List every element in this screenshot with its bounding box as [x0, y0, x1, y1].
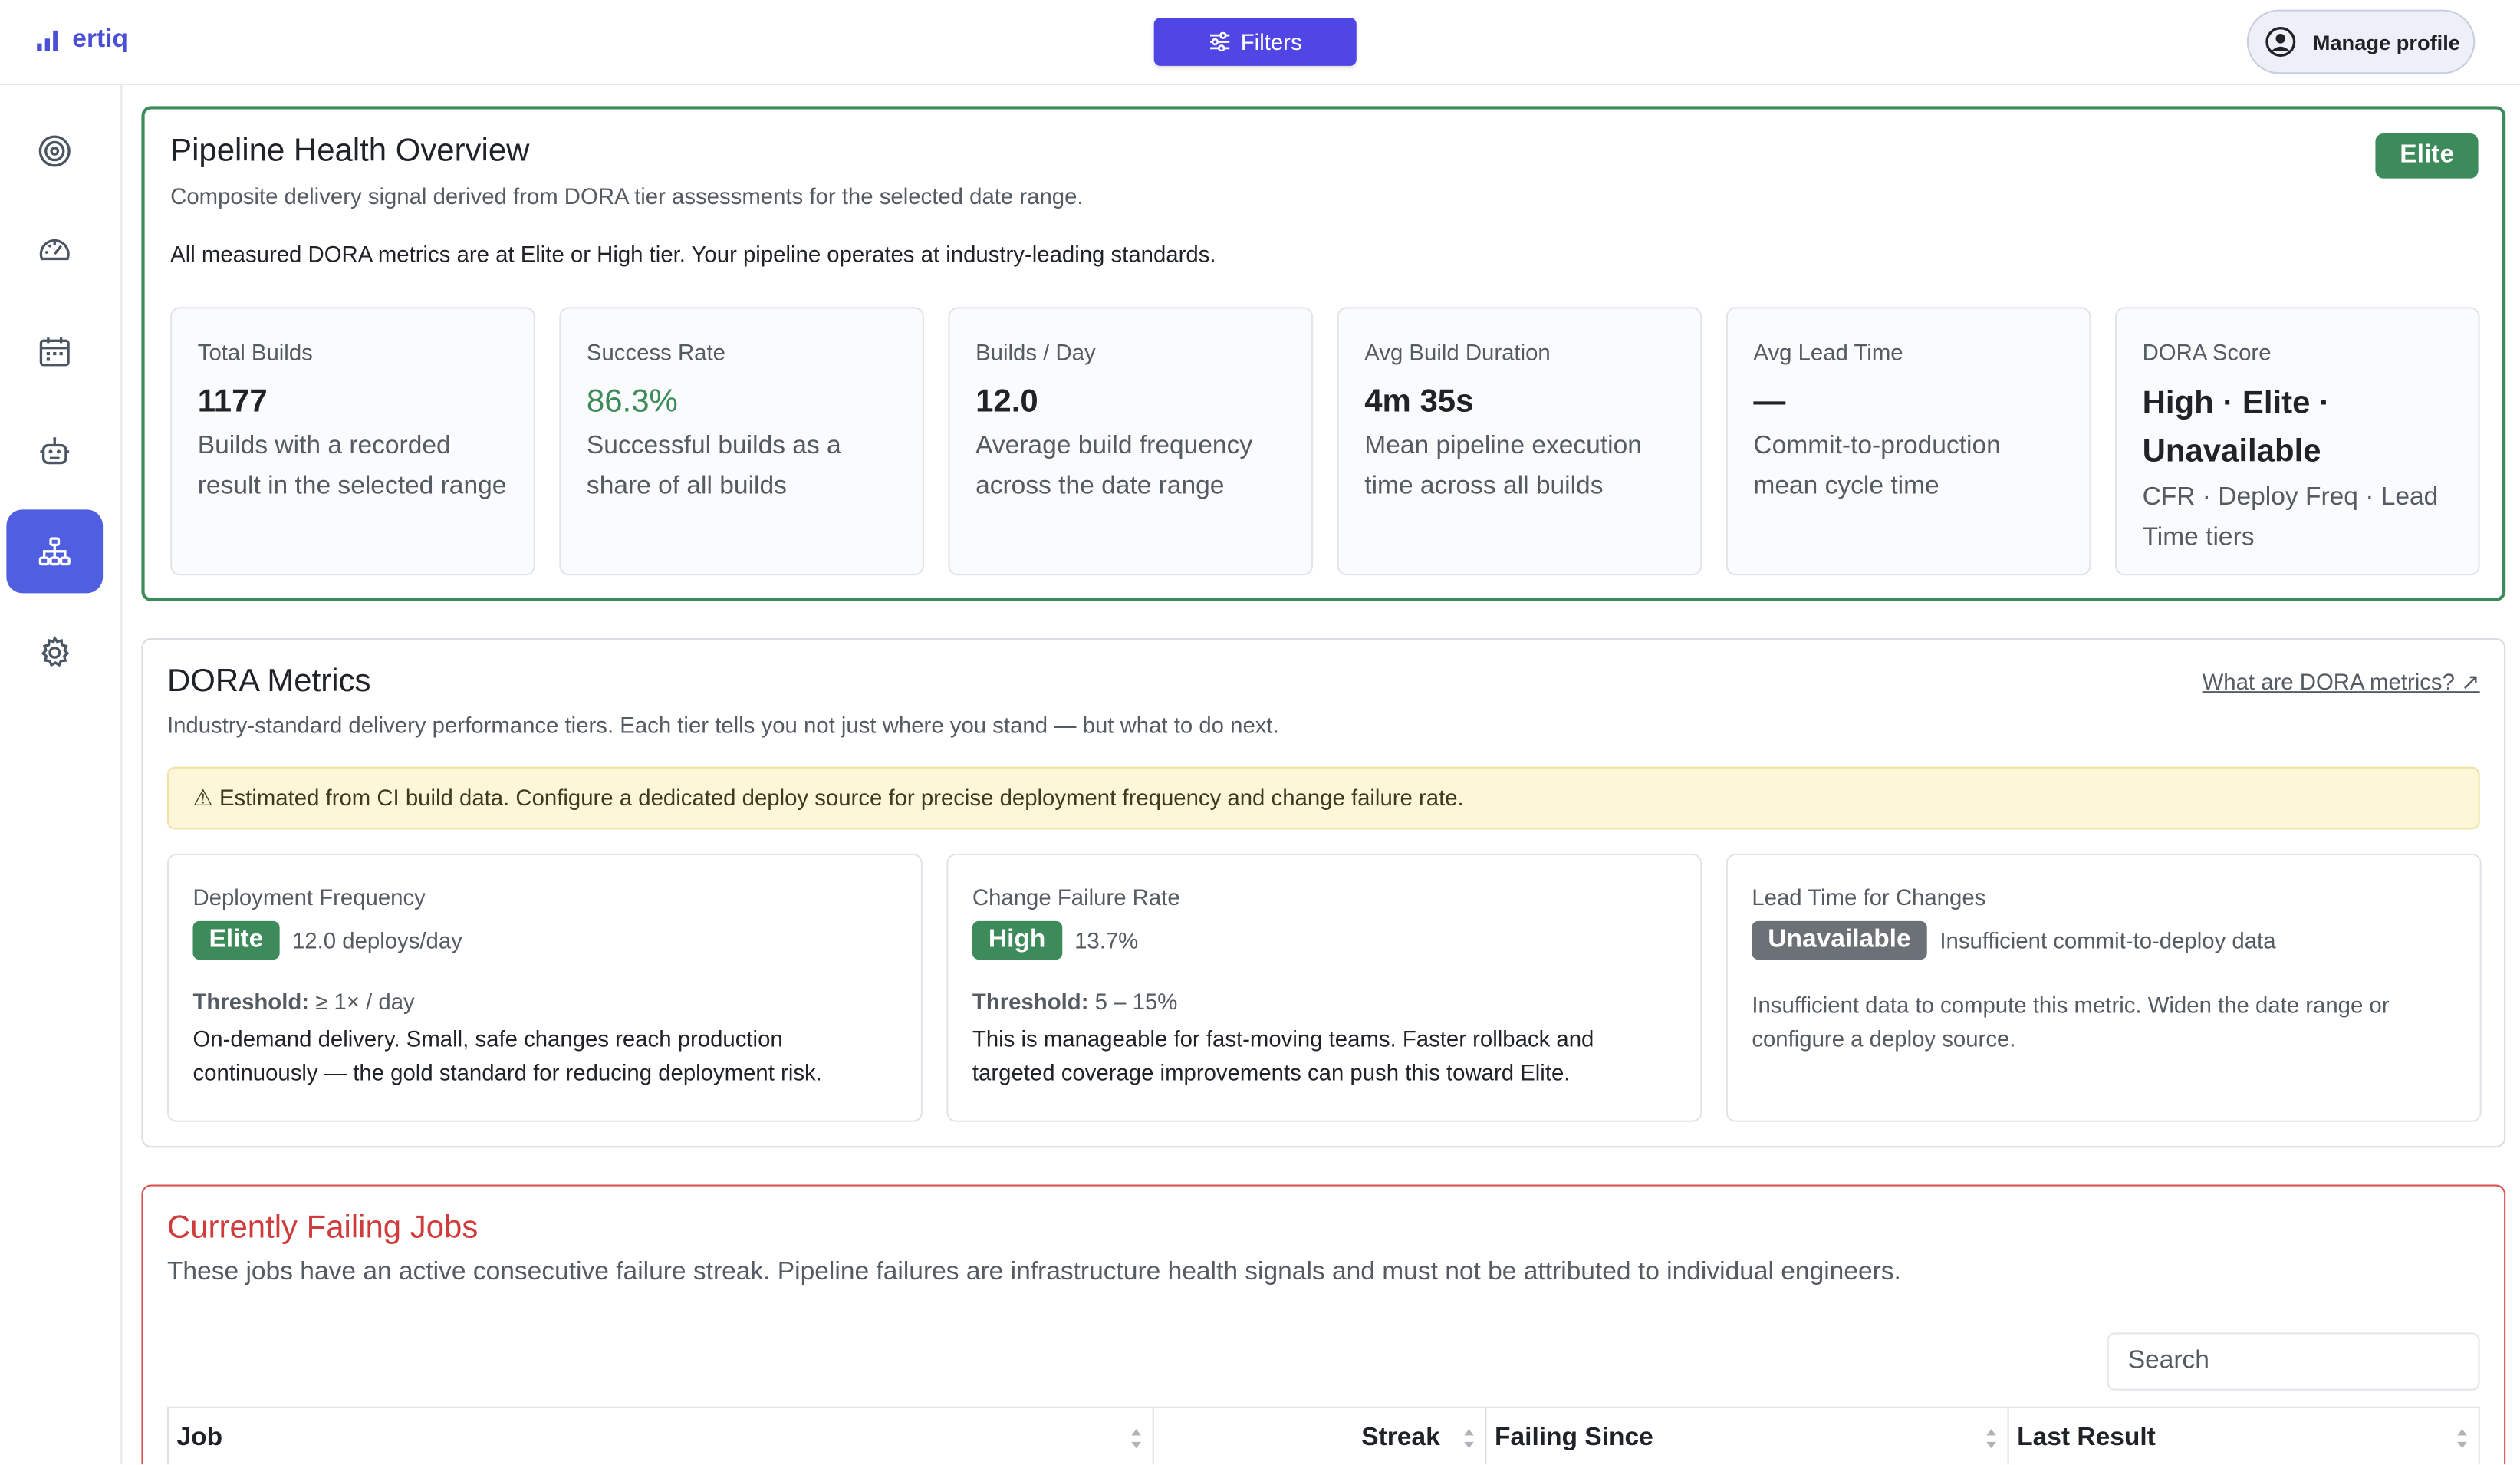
stat-label: DORA Score — [2142, 339, 2272, 365]
column-header-failing-since[interactable]: Failing Since — [1487, 1407, 2009, 1465]
stat-value: High · Elite · Unavailable — [2142, 385, 2331, 469]
metric-description: This is manageable for fast-moving teams… — [972, 1026, 1594, 1085]
sidebar-item-calendar[interactable] — [6, 310, 103, 393]
estimate-warning-banner: ⚠ Estimated from CI build data. Configur… — [166, 766, 2480, 830]
sort-icon — [1464, 1429, 1474, 1449]
search-input[interactable] — [2107, 1332, 2480, 1391]
stat-dora-score: DORA Score High · Elite · Unavailable CF… — [2114, 307, 2480, 576]
tier-badge: High — [972, 920, 1062, 960]
dora-metrics-card: DORA Metrics What are DORA metrics? ↗ In… — [141, 637, 2506, 1148]
tier-badge: Elite — [192, 920, 280, 960]
threshold-label: Threshold: — [192, 988, 310, 1015]
dora-info-link[interactable]: What are DORA metrics? ↗ — [2203, 669, 2480, 696]
stat-label: Builds / Day — [975, 339, 1096, 365]
column-label: Failing Since — [1495, 1424, 1653, 1452]
metric-value: Insufficient commit-to-deploy data — [1939, 927, 2276, 953]
failing-jobs-title: Currently Failing Jobs — [166, 1210, 479, 1246]
gauge-icon — [39, 239, 70, 261]
metric-description: Insufficient data to compute this metric… — [1752, 992, 2390, 1052]
gear-icon — [41, 635, 70, 667]
stats-row: Total Builds 1177 Builds with a recorded… — [170, 307, 2480, 576]
column-header-streak[interactable]: Streak — [1154, 1407, 1487, 1465]
stat-label: Success Rate — [586, 339, 725, 365]
stat-value: — — [1753, 384, 1786, 420]
dora-metrics-row: Deployment Frequency Elite 12.0 deploys/… — [166, 853, 2482, 1122]
brand-name: ertiq — [72, 25, 128, 54]
dora-title: DORA Metrics — [166, 663, 371, 700]
stat-desc: Builds with a recorded result in the sel… — [197, 432, 507, 499]
column-header-last-result[interactable]: Last Result — [2009, 1408, 2479, 1464]
sort-icon — [1986, 1429, 1996, 1449]
stat-avg-build-duration: Avg Build Duration 4m 35s Mean pipeline … — [1337, 307, 1702, 576]
stat-value: 4m 35s — [1364, 384, 1474, 420]
metric-label: Deployment Frequency — [192, 884, 426, 910]
stat-value: 86.3% — [586, 384, 678, 420]
metric-threshold: Threshold: ≥ 1× / day — [192, 989, 896, 1015]
threshold-label: Threshold: — [972, 988, 1089, 1015]
tier-badge: Unavailable — [1752, 920, 1927, 960]
metric-label: Lead Time for Changes — [1752, 884, 1986, 910]
stat-desc: Average build frequency across the date … — [975, 432, 1253, 499]
brand[interactable]: ertiq — [35, 26, 128, 55]
stat-label: Total Builds — [197, 339, 313, 365]
bar-chart-logo-icon — [37, 30, 58, 52]
sidebar-item-ai[interactable] — [6, 410, 103, 493]
filters-label: Filters — [1240, 28, 1302, 55]
stat-value: 1177 — [197, 384, 268, 420]
sidebar-item-pipelines[interactable] — [6, 509, 104, 594]
sidebar-item-goals[interactable] — [6, 110, 103, 193]
metric-threshold: Threshold: 5 – 15% — [972, 989, 1676, 1015]
metric-change-failure-rate: Change Failure Rate High 13.7% Threshold… — [946, 853, 1702, 1122]
stat-builds-per-day: Builds / Day 12.0 Average build frequenc… — [948, 307, 1314, 576]
pipeline-health-message: All measured DORA metrics are at Elite o… — [170, 241, 1216, 267]
sliders-icon — [1209, 31, 1230, 52]
column-label: Job — [176, 1424, 223, 1452]
sidebar-item-settings[interactable] — [6, 611, 103, 694]
dora-subtitle: Industry-standard delivery performance t… — [166, 712, 1279, 738]
profile-label: Manage profile — [2312, 29, 2460, 54]
stat-label: Avg Build Duration — [1364, 339, 1551, 365]
stat-desc: CFR · Deploy Freq · Lead Time tiers — [2142, 483, 2439, 551]
filters-button[interactable]: Filters — [1153, 18, 1357, 66]
column-label: Last Result — [2017, 1424, 2156, 1452]
top-bar: ertiq Filters Manage profile — [0, 0, 2520, 86]
pipeline-health-title: Pipeline Health Overview — [170, 133, 530, 170]
metric-lead-time-for-changes: Lead Time for Changes Unavailable Insuff… — [1726, 853, 2482, 1122]
stat-label: Avg Lead Time — [1753, 339, 1903, 365]
user-circle-icon — [2265, 26, 2296, 57]
failing-jobs-subtitle: These jobs have an active consecutive fa… — [166, 1258, 1901, 1286]
failing-jobs-table-header: Job Streak Failing Since Last Result — [166, 1406, 2480, 1465]
stat-success-rate: Success Rate 86.3% Successful builds as … — [559, 307, 925, 576]
column-header-job[interactable]: Job — [169, 1407, 1154, 1465]
sidebar-item-dashboard[interactable] — [6, 209, 103, 292]
sort-icon — [1131, 1429, 1141, 1449]
stat-desc: Mean pipeline execution time across all … — [1364, 432, 1642, 499]
target-icon — [38, 135, 71, 167]
metric-label: Change Failure Rate — [972, 884, 1180, 910]
robot-icon — [40, 437, 70, 465]
sitemap-icon — [38, 537, 71, 566]
metric-value: 12.0 deploys/day — [291, 927, 462, 953]
stat-avg-lead-time: Avg Lead Time — Commit-to-production mea… — [1726, 307, 2091, 576]
pipeline-health-subtitle: Composite delivery signal derived from D… — [170, 183, 1084, 209]
metric-description: On-demand delivery. Small, safe changes … — [192, 1026, 822, 1085]
metric-deployment-frequency: Deployment Frequency Elite 12.0 deploys/… — [166, 853, 923, 1122]
failing-jobs-card: Currently Failing Jobs These jobs have a… — [141, 1184, 2506, 1465]
stat-desc: Successful builds as a share of all buil… — [586, 432, 841, 499]
calendar-icon — [39, 337, 70, 367]
threshold-value: 5 – 15% — [1094, 988, 1178, 1015]
column-label: Streak — [1361, 1424, 1440, 1452]
threshold-value: ≥ 1× / day — [315, 988, 415, 1015]
pipeline-health-card: Pipeline Health Overview Composite deliv… — [141, 106, 2506, 601]
manage-profile-button[interactable]: Manage profile — [2246, 9, 2476, 74]
sort-icon — [2457, 1429, 2467, 1449]
metric-value: 13.7% — [1074, 927, 1139, 953]
stat-total-builds: Total Builds 1177 Builds with a recorded… — [170, 307, 535, 576]
stat-desc: Commit-to-production mean cycle time — [1753, 432, 2001, 499]
health-tier-badge: Elite — [2375, 133, 2479, 179]
sidebar — [0, 85, 123, 1465]
stat-value: 12.0 — [975, 384, 1038, 420]
